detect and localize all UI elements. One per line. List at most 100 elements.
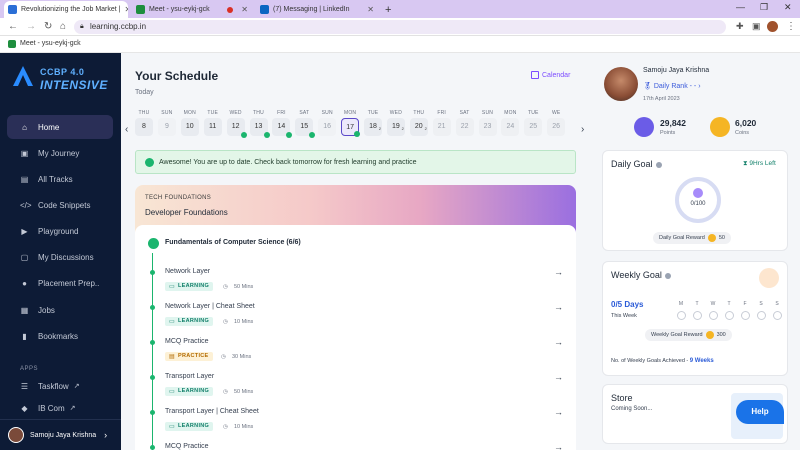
close-window-icon[interactable]: ✕ <box>784 2 792 13</box>
list-item[interactable]: MCQ Practice <box>165 443 209 450</box>
item-status-icon <box>150 410 155 415</box>
arrow-right-icon[interactable]: → <box>554 337 563 347</box>
maximize-icon[interactable]: ❐ <box>760 2 768 13</box>
sidebar-item-label: All Tracks <box>38 174 73 184</box>
schedule-day[interactable]: THU 13 <box>249 110 270 138</box>
day-number: 17 <box>346 124 354 131</box>
daily-rank-link[interactable]: 🏅︎ Daily Rank - - › <box>643 82 701 90</box>
list-item[interactable]: Transport Layer | Cheat Sheet <box>165 408 259 415</box>
day-date: 25 <box>524 118 543 136</box>
schedule-day[interactable]: WED 12 <box>226 110 247 138</box>
minimize-icon[interactable]: — <box>736 2 745 12</box>
info-icon[interactable] <box>655 161 662 168</box>
browser-tab-active[interactable]: Revolutionizing the Job Market | ✕ <box>4 1 128 18</box>
schedule-day[interactable]: THU 8 <box>134 110 154 136</box>
discussion-icon: ▢ <box>20 252 29 262</box>
sidebar-item-label: Placement Prep.. <box>38 278 100 288</box>
browser-tab-meet[interactable]: Meet - ysu-eykj-gck ✕ <box>132 1 252 18</box>
completed-check-icon <box>286 132 293 138</box>
schedule-day[interactable]: WED 19 2 <box>386 110 406 136</box>
schedule-day[interactable]: WE 26 <box>546 110 566 136</box>
item-status-icon <box>150 375 155 380</box>
url-field[interactable]: 🔒︎ learning.ccbp.in <box>74 20 726 34</box>
avatar <box>604 67 638 101</box>
store-subtitle: Coming Soon... <box>611 406 653 412</box>
recording-icon <box>227 6 234 13</box>
bookmark-meet[interactable]: Meet - ysu-eykj-gck <box>20 40 81 47</box>
sidebar-item-all-tracks[interactable]: ▤ All Tracks <box>7 167 113 191</box>
arrow-right-icon[interactable]: → <box>554 302 563 312</box>
sidebar-item-placement-prep[interactable]: ● Placement Prep.. <box>7 271 113 295</box>
schedule-day[interactable]: FRI 21 <box>432 110 452 136</box>
close-tab-icon[interactable]: ✕ <box>124 5 128 14</box>
new-tab-button[interactable]: + <box>381 1 397 18</box>
reload-icon[interactable]: ↻ <box>44 21 52 32</box>
sidebar-item-label: Jobs <box>38 305 55 315</box>
schedule-day[interactable]: SUN 16 <box>317 110 337 136</box>
help-button[interactable]: Help <box>736 400 784 424</box>
sidebar-item-taskflow[interactable]: ☰ Taskflow ↗ <box>7 374 113 398</box>
arrow-right-icon[interactable]: → <box>554 442 563 450</box>
schedule-day[interactable]: MON 24 <box>500 110 520 136</box>
sidepanel-icon[interactable]: ▣ <box>752 21 761 32</box>
info-icon[interactable] <box>664 272 671 279</box>
arrow-right-icon[interactable]: → <box>554 267 563 277</box>
sidebar-item-my-discussions[interactable]: ▢ My Discussions <box>7 245 113 269</box>
day-name: SUN <box>481 110 494 116</box>
list-item[interactable]: MCQ Practice <box>165 338 209 345</box>
schedule-day[interactable]: SUN 9 <box>157 110 177 136</box>
day-date: 9 <box>157 118 176 136</box>
schedule-day[interactable]: TUE 18 2 <box>363 110 383 136</box>
daily-goal-title: Daily Goal <box>611 159 662 169</box>
schedule-prev-arrow[interactable]: ‹ <box>125 124 128 135</box>
day-number: 15 <box>300 123 309 130</box>
meet-bookmark-icon <box>8 40 16 48</box>
list-item[interactable]: Network Layer | Cheat Sheet <box>165 303 255 310</box>
schedule-day[interactable]: THU 20 2 <box>409 110 429 136</box>
day-date: 15 <box>295 118 316 138</box>
back-icon[interactable]: ← <box>8 21 18 32</box>
module-title[interactable]: Fundamentals of Computer Science (6/6) <box>165 239 301 246</box>
sidebar-user-profile[interactable]: Samoju Jaya Krishna › <box>0 419 121 450</box>
weekday-label: S <box>775 301 779 307</box>
day-date: 18 2 <box>364 118 382 136</box>
sidebar-item-jobs[interactable]: ▦ Jobs <box>7 298 113 322</box>
schedule-day[interactable]: SAT 22 <box>455 110 475 136</box>
day-number: 14 <box>277 123 286 130</box>
list-item[interactable]: Transport Layer <box>165 373 214 380</box>
day-date: 13 <box>249 118 270 138</box>
home-nav-icon[interactable]: ⌂ <box>60 21 66 32</box>
day-number: 22 <box>460 123 469 130</box>
avatar <box>8 427 24 443</box>
schedule-day[interactable]: MON 10 <box>180 110 200 136</box>
sidebar-item-home[interactable]: ⌂ Home <box>7 115 113 139</box>
sidebar-item-label: Taskflow <box>38 381 69 391</box>
arrow-right-icon[interactable]: → <box>554 372 563 382</box>
sidebar-item-my-journey[interactable]: ▣ My Journey <box>7 141 113 165</box>
profile-avatar[interactable] <box>767 21 778 32</box>
extensions-icon[interactable]: ✚ <box>736 21 744 32</box>
day-number: 24 <box>506 123 515 130</box>
taskflow-icon: ☰ <box>20 381 29 391</box>
sidebar-item-playground[interactable]: ▶ Playground <box>7 219 113 243</box>
track-name: Developer Foundations <box>145 208 228 217</box>
list-item[interactable]: Network Layer <box>165 268 210 275</box>
schedule-day[interactable]: TUE 11 <box>203 110 223 136</box>
arrow-right-icon[interactable]: → <box>554 407 563 417</box>
browser-tab-linkedin[interactable]: (7) Messaging | LinkedIn ✕ <box>256 1 378 18</box>
schedule-day[interactable]: SUN 23 <box>478 110 498 136</box>
sidebar-item-bookmarks[interactable]: ▮ Bookmarks <box>7 324 113 348</box>
schedule-next-arrow[interactable]: › <box>581 124 584 135</box>
schedule-day[interactable]: SAT 15 <box>294 110 316 138</box>
calendar-link[interactable]: Calendar <box>531 71 570 79</box>
sidebar-item-ib-com[interactable]: ◆ IB Com ↗ <box>7 400 113 416</box>
forward-icon[interactable]: → <box>26 21 36 32</box>
close-tab-icon[interactable]: ✕ <box>241 5 248 14</box>
schedule-day[interactable]: MON 17 <box>340 110 361 137</box>
day-name: FRI <box>437 110 447 116</box>
schedule-day[interactable]: TUE 25 <box>523 110 543 136</box>
sidebar-item-code-snippets[interactable]: </> Code Snippets <box>7 193 113 217</box>
menu-icon[interactable]: ⋮ <box>786 21 796 32</box>
schedule-day[interactable]: FRI 14 <box>271 110 293 138</box>
close-tab-icon[interactable]: ✕ <box>367 5 374 14</box>
